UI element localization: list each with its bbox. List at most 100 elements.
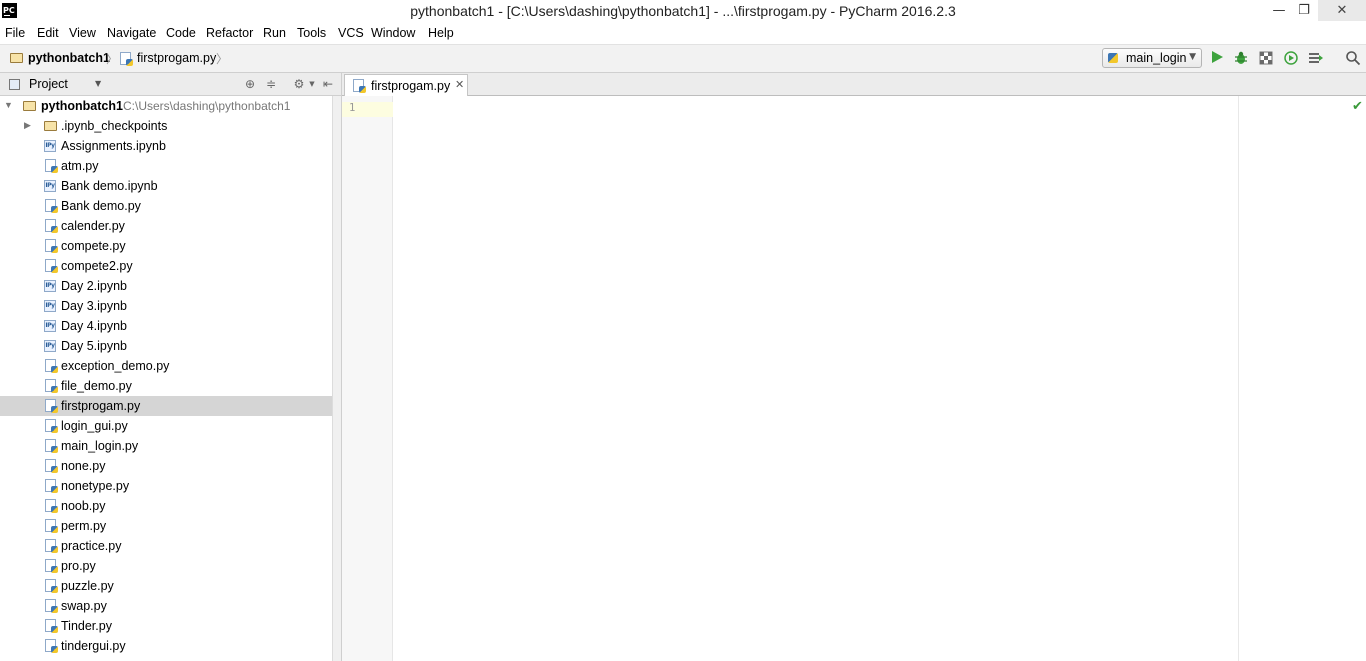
- close-button[interactable]: ✕: [1318, 0, 1366, 21]
- collapse-all-icon[interactable]: ≑: [264, 77, 278, 91]
- window-title: pythonbatch1 - [C:\Users\dashing\pythonb…: [410, 3, 956, 19]
- breadcrumb-file[interactable]: firstprogam.py: [137, 51, 216, 65]
- tree-item[interactable]: file_demo.py: [0, 376, 332, 396]
- editor-tab-bar: firstprogam.py ✕: [342, 73, 1366, 96]
- menu-help[interactable]: Help: [428, 26, 454, 40]
- breadcrumb-separator: 〉: [106, 52, 119, 66]
- tree-item[interactable]: Bank demo.py: [0, 196, 332, 216]
- tree-item[interactable]: nonetype.py: [0, 476, 332, 496]
- tree-item-label: noob.py: [61, 499, 106, 513]
- tree-item[interactable]: pro.py: [0, 556, 332, 576]
- tree-item[interactable]: IPy Assignments.ipynb: [0, 136, 332, 156]
- tree-item[interactable]: IPy Day 2.ipynb: [0, 276, 332, 296]
- tree-item[interactable]: none.py: [0, 456, 332, 476]
- locate-file-icon[interactable]: ⊕: [243, 77, 257, 91]
- tree-item[interactable]: compete2.py: [0, 256, 332, 276]
- tree-item[interactable]: calender.py: [0, 216, 332, 236]
- python-file-icon: [45, 259, 58, 273]
- play-icon[interactable]: [1209, 50, 1225, 66]
- tree-item[interactable]: firstprogam.py: [0, 396, 332, 416]
- gear-icon[interactable]: ⚙: [292, 77, 306, 91]
- tree-item-label: swap.py: [61, 599, 107, 613]
- menu-file[interactable]: File: [5, 26, 25, 40]
- menu-bar: File Edit View Navigate Code Refactor Ru…: [0, 23, 1366, 45]
- folder-icon: [44, 121, 57, 131]
- tree-item[interactable]: noob.py: [0, 496, 332, 516]
- coverage-icon[interactable]: [1258, 50, 1274, 66]
- tree-item-label: nonetype.py: [61, 479, 130, 493]
- python-file-icon: [45, 219, 58, 233]
- tree-item[interactable]: IPy Day 3.ipynb: [0, 296, 332, 316]
- menu-view[interactable]: View: [69, 26, 96, 40]
- tree-item-label: Bank demo.ipynb: [61, 179, 158, 193]
- python-file-icon: [353, 79, 366, 93]
- menu-refactor[interactable]: Refactor: [206, 26, 253, 40]
- tree-item-label: Day 3.ipynb: [61, 299, 128, 313]
- tree-item[interactable]: IPy Bank demo.ipynb: [0, 176, 332, 196]
- tree-item[interactable]: main_login.py: [0, 436, 332, 456]
- notebook-file-icon: IPy: [44, 340, 56, 352]
- menu-navigate[interactable]: Navigate: [107, 26, 156, 40]
- profile-icon[interactable]: [1283, 50, 1299, 66]
- tree-item-label: login_gui.py: [61, 419, 128, 433]
- python-file-icon: [120, 52, 133, 66]
- chevron-down-icon[interactable]: ▼: [95, 79, 101, 88]
- python-file-icon: [45, 639, 58, 653]
- tree-item[interactable]: swap.py: [0, 596, 332, 616]
- expand-arrow-icon[interactable]: ▼: [4, 100, 13, 110]
- tree-item-label: .ipynb_checkpoints: [61, 119, 168, 133]
- expand-arrow-icon[interactable]: ▶: [24, 120, 31, 131]
- tree-item[interactable]: practice.py: [0, 536, 332, 556]
- menu-tools[interactable]: Tools: [297, 26, 326, 40]
- tree-item[interactable]: compete.py: [0, 236, 332, 256]
- tree-item[interactable]: Tinder.py: [0, 616, 332, 636]
- chevron-down-icon[interactable]: ▼: [305, 77, 319, 91]
- search-icon[interactable]: [1345, 50, 1361, 66]
- menu-edit[interactable]: Edit: [37, 26, 59, 40]
- bug-icon[interactable]: [1233, 50, 1249, 66]
- python-file-icon: [45, 579, 58, 593]
- hide-panel-icon[interactable]: ⇤: [321, 77, 335, 91]
- python-file-icon: [45, 539, 58, 553]
- tree-item[interactable]: IPy Day 5.ipynb: [0, 336, 332, 356]
- editor-gutter: [342, 96, 393, 661]
- breadcrumb-project[interactable]: pythonbatch1: [28, 51, 110, 65]
- python-file-icon: [45, 599, 58, 613]
- maximize-button[interactable]: ❐: [1287, 0, 1321, 21]
- tree-item[interactable]: exception_demo.py: [0, 356, 332, 376]
- tree-item[interactable]: ▶ .ipynb_checkpoints: [0, 116, 332, 136]
- menu-vcs[interactable]: VCS: [338, 26, 364, 40]
- tree-item[interactable]: atm.py: [0, 156, 332, 176]
- python-file-icon: [45, 419, 58, 433]
- chevron-down-icon: ▼: [1189, 52, 1196, 62]
- project-root-path: C:\Users\dashing\pythonbatch1: [123, 99, 291, 113]
- right-margin-guide: [1238, 96, 1239, 661]
- run-configuration-select[interactable]: main_login ▼: [1102, 48, 1202, 68]
- notebook-file-icon: IPy: [44, 280, 56, 292]
- project-view-label[interactable]: Project: [29, 77, 68, 91]
- project-tree[interactable]: ▼ pythonbatch1 C:\Users\dashing\pythonba…: [0, 96, 332, 661]
- menu-run[interactable]: Run: [263, 26, 286, 40]
- tree-item-label: tindergui.py: [61, 639, 126, 653]
- menu-window[interactable]: Window: [371, 26, 415, 40]
- tree-item[interactable]: perm.py: [0, 516, 332, 536]
- tree-item-label: compete.py: [61, 239, 126, 253]
- tree-item[interactable]: IPy Day 4.ipynb: [0, 316, 332, 336]
- code-editor[interactable]: [393, 96, 1366, 661]
- tree-scrollbar[interactable]: [332, 96, 342, 661]
- python-file-icon: [45, 519, 58, 533]
- tree-item-label: firstprogam.py: [61, 399, 141, 413]
- editor-tab-firstprogam[interactable]: firstprogam.py ✕: [344, 74, 468, 96]
- tree-item[interactable]: tindergui.py: [0, 636, 332, 656]
- tree-item-label: compete2.py: [61, 259, 133, 273]
- python-file-icon: [45, 499, 58, 513]
- tree-item[interactable]: puzzle.py: [0, 576, 332, 596]
- concurrency-icon[interactable]: [1308, 50, 1324, 66]
- menu-code[interactable]: Code: [166, 26, 196, 40]
- tree-item-label: Tinder.py: [61, 619, 112, 633]
- tree-item-label: puzzle.py: [61, 579, 114, 593]
- tree-item-label: exception_demo.py: [61, 359, 170, 373]
- close-icon[interactable]: ✕: [455, 78, 464, 91]
- tree-root-item[interactable]: ▼ pythonbatch1 C:\Users\dashing\pythonba…: [0, 96, 332, 116]
- tree-item[interactable]: login_gui.py: [0, 416, 332, 436]
